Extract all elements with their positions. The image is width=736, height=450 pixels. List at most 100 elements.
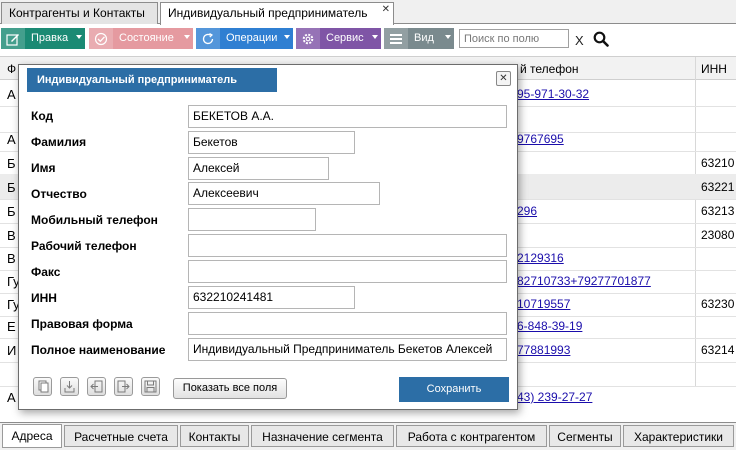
cell-name: Б xyxy=(7,156,16,171)
cell-name: И xyxy=(7,343,17,358)
code-field[interactable]: БЕКЕТОВ А.А. xyxy=(188,105,507,128)
cell-name: А xyxy=(7,390,16,405)
work-phone-label: Рабочий телефон xyxy=(31,239,137,253)
edit-icon xyxy=(1,28,25,49)
legal-form-label: Правовая форма xyxy=(31,317,133,331)
legal-form-field[interactable] xyxy=(188,312,507,335)
cell-name: В xyxy=(7,251,16,266)
tab-addresses[interactable]: Адреса xyxy=(2,424,62,448)
cell-phone-link[interactable]: 43) 239-27-27 xyxy=(517,390,592,404)
close-icon[interactable]: ✕ xyxy=(382,4,390,15)
forward-icon[interactable] xyxy=(114,377,133,396)
tab-characteristics[interactable]: Характеристики xyxy=(623,425,734,447)
tab-contractors[interactable]: Контрагенты и Контакты xyxy=(1,2,158,24)
cell-inn: 63210 xyxy=(701,156,735,170)
refresh-icon xyxy=(196,28,220,49)
chevron-down-icon xyxy=(76,35,82,39)
fax-field[interactable] xyxy=(188,260,507,283)
tab-bank-accounts[interactable]: Расчетные счета xyxy=(64,425,178,447)
tab-contacts[interactable]: Контакты xyxy=(180,425,249,447)
cell-phone-link[interactable]: 296 xyxy=(517,204,537,218)
patronymic-label: Отчество xyxy=(31,187,87,201)
cell-inn: 63214 xyxy=(701,343,735,357)
save-icon[interactable] xyxy=(141,377,160,396)
tab-label: Характеристики xyxy=(634,430,723,444)
chevron-down-icon xyxy=(372,35,378,39)
code-label: Код xyxy=(31,109,54,123)
tab-label: Адреса xyxy=(11,429,53,443)
patronymic-field[interactable]: Алексеевич xyxy=(188,182,380,205)
tab-label: Контакты xyxy=(188,430,241,444)
column-header-inn[interactable]: ИНН xyxy=(701,62,727,76)
cell-name: А xyxy=(7,132,16,147)
edit-button-label: Правка xyxy=(31,32,69,44)
first-name-field[interactable]: Алексей xyxy=(188,157,329,180)
cell-inn: 63221 xyxy=(701,180,735,194)
last-name-field[interactable]: Бекетов xyxy=(188,131,355,154)
inn-field[interactable]: 632210241481 xyxy=(188,286,355,309)
service-button-label: Сервис xyxy=(326,32,364,44)
cell-phone-link[interactable]: 77881993 xyxy=(517,343,570,357)
view-button[interactable]: Вид xyxy=(384,28,454,49)
operations-button-label: Операции xyxy=(226,32,278,44)
cell-phone-link[interactable]: 95-971-30-32 xyxy=(517,87,589,101)
state-button[interactable]: Состояние xyxy=(89,28,193,49)
individual-entrepreneur-dialog: Индивидуальный предприниматель ✕ Код БЕК… xyxy=(18,64,518,410)
check-circle-icon xyxy=(89,28,113,49)
tab-segment-assignment[interactable]: Назначение сегмента xyxy=(251,425,394,447)
cell-name: Е xyxy=(7,319,16,334)
tab-individual-entrepreneur[interactable]: Индивидуальный предприниматель ✕ xyxy=(160,2,394,25)
cell-phone-link[interactable]: 82710733+79277701877 xyxy=(517,274,651,288)
cell-phone-link[interactable]: 9767695 xyxy=(517,132,564,146)
tab-label: Работа с контрагентом xyxy=(407,430,536,444)
cell-phone-link[interactable]: 6-848-39-19 xyxy=(517,319,582,333)
tab-label: Расчетные счета xyxy=(74,430,168,444)
cell-inn: 63213 xyxy=(701,204,735,218)
mobile-phone-label: Мобильный телефон xyxy=(31,213,158,227)
cell-name: А xyxy=(7,87,16,102)
full-name-label: Полное наименование xyxy=(31,343,166,357)
fax-label: Факс xyxy=(31,265,61,279)
cell-name: В xyxy=(7,228,16,243)
show-all-fields-button[interactable]: Показать все поля xyxy=(173,378,287,399)
toolbar: Правка Состояние Операции Сервис Вид xyxy=(0,25,736,53)
gear-icon xyxy=(296,28,320,49)
import-icon[interactable] xyxy=(60,377,79,396)
first-name-label: Имя xyxy=(31,161,56,175)
close-icon[interactable]: ✕ xyxy=(496,71,511,86)
service-button[interactable]: Сервис xyxy=(296,28,381,49)
tab-contractor-work[interactable]: Работа с контрагентом xyxy=(396,425,547,447)
view-button-label: Вид xyxy=(414,32,434,44)
view-icon xyxy=(384,28,408,49)
tab-label: Индивидуальный предприниматель xyxy=(168,6,368,20)
cell-phone-link[interactable]: 2129316 xyxy=(517,251,564,265)
tab-label: Сегменты xyxy=(557,430,613,444)
tab-segments[interactable]: Сегменты xyxy=(549,425,621,447)
search-input[interactable] xyxy=(459,29,569,48)
column-header-phone[interactable]: й телефон xyxy=(520,62,579,76)
bottom-tab-bar: Адреса Расчетные счета Контакты Назначен… xyxy=(0,422,736,450)
work-phone-field[interactable] xyxy=(188,234,507,257)
clear-search-button[interactable]: X xyxy=(575,33,584,48)
full-name-field[interactable]: Индивидуальный Предприниматель Бекетов А… xyxy=(188,338,507,361)
operations-button[interactable]: Операции xyxy=(196,28,293,49)
chevron-down-icon xyxy=(184,35,190,39)
search-icon[interactable] xyxy=(593,31,609,50)
chevron-down-icon xyxy=(445,35,451,39)
cell-name: Б xyxy=(7,204,16,219)
copy-icon[interactable] xyxy=(33,377,52,396)
last-name-label: Фамилия xyxy=(31,135,87,149)
cell-inn: 23080 xyxy=(701,228,735,242)
tab-label: Контрагенты и Контакты xyxy=(9,6,145,20)
dialog-title: Индивидуальный предприниматель xyxy=(27,68,277,92)
edit-button[interactable]: Правка xyxy=(1,28,85,49)
mobile-phone-field[interactable] xyxy=(188,208,316,231)
state-button-label: Состояние xyxy=(119,32,174,44)
column-header-name[interactable]: Ф xyxy=(7,62,16,76)
back-icon[interactable] xyxy=(87,377,106,396)
top-tab-bar: Контрагенты и Контакты Индивидуальный пр… xyxy=(0,0,736,25)
cell-phone-link[interactable]: 10719557 xyxy=(517,297,570,311)
cell-name: Б xyxy=(7,180,16,195)
save-button[interactable]: Сохранить xyxy=(399,377,509,402)
cell-inn: 63230 xyxy=(701,297,735,311)
